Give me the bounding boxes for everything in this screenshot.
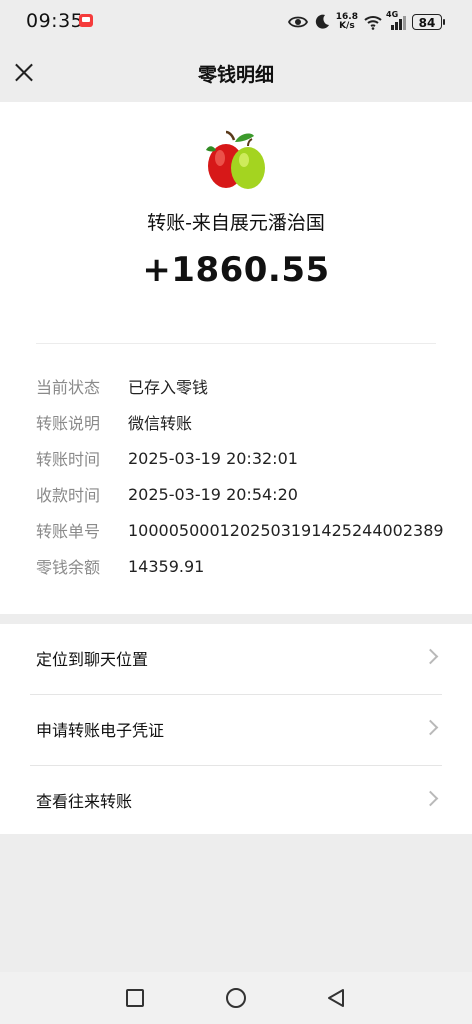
detail-label: 收款时间 [36,486,101,505]
detail-label: 转账单号 [36,522,101,541]
action-list: 定位到聊天位置 申请转账电子凭证 查看往来转账 [0,624,472,834]
moon-icon [315,14,329,29]
detail-value: 14359.91 [128,556,205,576]
detail-list: 当前状态 已存入零钱 转账说明 微信转账 转账时间 2025-03-19 20:… [36,368,452,584]
home-icon[interactable] [226,988,246,1008]
detail-label: 零钱余额 [36,558,101,577]
transfer-amount: +1860.55 [142,250,330,290]
apple-avatar [206,130,265,189]
chevron-right-icon [422,648,439,665]
network-speed: 16.8 K/s [335,12,358,31]
detail-label: 当前状态 [36,378,101,397]
detail-row-order-number: 转账单号 1000050001202503191425244002389 [36,512,452,548]
nav-bar: 零钱明细 [0,44,472,102]
detail-row-status: 当前状态 已存入零钱 [36,368,452,404]
action-label: 申请转账电子凭证 [36,721,165,740]
detail-value: 微信转账 [128,414,193,433]
detail-value: 2025-03-19 20:32:01 [128,448,298,468]
detail-value: 已存入零钱 [128,378,209,397]
eye-icon [287,16,308,28]
divider [36,343,436,344]
detail-label: 转账说明 [36,414,101,433]
locate-chat-button[interactable]: 定位到聊天位置 [0,624,472,694]
notification-icon [79,14,93,27]
view-transfers-button[interactable]: 查看往来转账 [0,766,472,836]
chevron-right-icon [422,719,439,736]
system-nav-bar [0,972,472,1024]
action-label: 定位到聊天位置 [36,650,149,669]
battery-icon: 84 [412,14,445,30]
recents-icon[interactable] [126,989,144,1007]
detail-value: 1000050001202503191425244002389 [128,520,444,540]
detail-label: 转账时间 [36,450,101,469]
transfer-card: 转账-来自展元潘治国 +1860.55 当前状态 已存入零钱 转账说明 微信转账… [0,102,472,614]
chevron-right-icon [422,790,439,807]
detail-row-balance: 零钱余额 14359.91 [36,548,452,584]
detail-row-receive-time: 收款时间 2025-03-19 20:54:20 [36,476,452,512]
detail-value: 2025-03-19 20:54:20 [128,484,298,504]
transfer-source: 转账-来自展元潘治国 [147,212,325,234]
status-icons: 16.8 K/s 4G 84 [287,10,445,34]
apply-voucher-button[interactable]: 申请转账电子凭证 [0,695,472,765]
status-bar: 09:35 16.8 K/s 4G 84 [0,0,472,44]
back-icon[interactable] [326,988,346,1008]
detail-row-note: 转账说明 微信转账 [36,404,452,440]
signal-icon: 4G [386,10,406,30]
action-label: 查看往来转账 [36,792,133,811]
wifi-icon [364,16,382,30]
detail-row-transfer-time: 转账时间 2025-03-19 20:32:01 [36,440,452,476]
page-title: 零钱明细 [197,64,274,86]
status-time: 09:35 [26,10,84,32]
